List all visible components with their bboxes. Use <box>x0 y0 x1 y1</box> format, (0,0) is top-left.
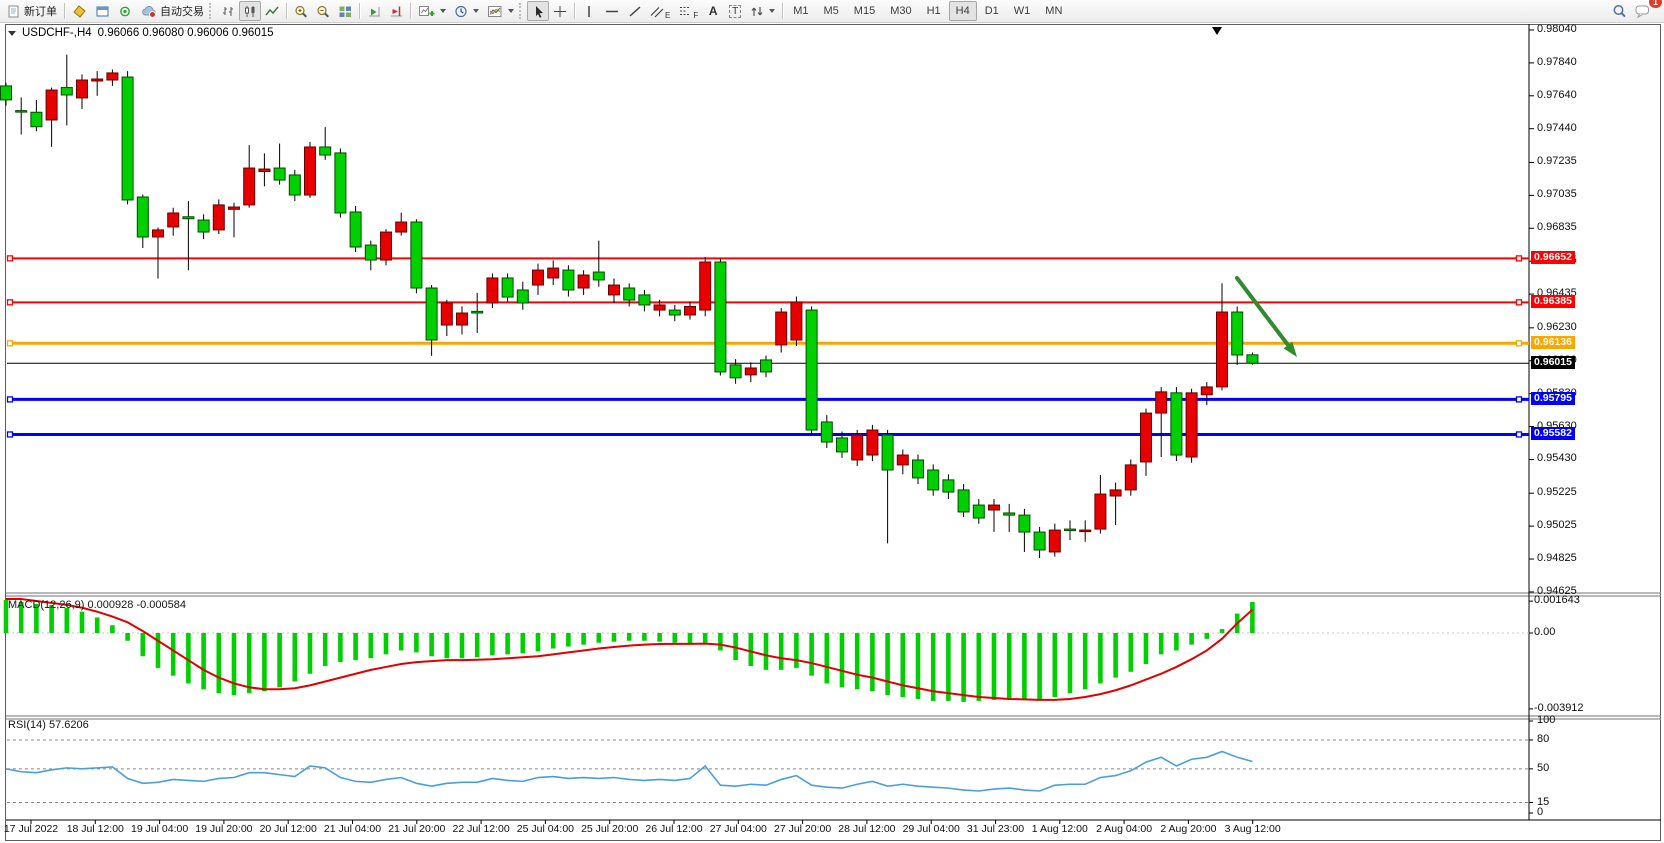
candlestick-chart-icon <box>243 5 257 18</box>
market-depth-button[interactable] <box>68 1 91 21</box>
auto-trading-label: 自动交易 <box>160 3 204 19</box>
clock-icon <box>454 5 468 18</box>
timeframe-button-w1[interactable]: W1 <box>1007 1 1038 21</box>
vertical-line-tool-button[interactable] <box>578 1 600 21</box>
rsi-indicator-label: RSI(14) 57.6206 <box>8 719 89 731</box>
new-order-icon <box>7 5 21 18</box>
crosshair-icon <box>553 5 567 18</box>
periods-button[interactable] <box>450 1 483 21</box>
toolbar-divider <box>64 3 65 19</box>
timeframe-button-m15[interactable]: M15 <box>847 1 882 21</box>
horizontal-line-tool-button[interactable] <box>600 1 624 21</box>
chart-window-icon <box>95 5 110 18</box>
zoom-in-icon <box>294 5 308 18</box>
timeframe-button-m1[interactable]: M1 <box>786 1 815 21</box>
equidistant-channel-icon <box>650 5 664 18</box>
notification-badge[interactable]: 1 <box>1649 0 1662 8</box>
add-indicator-button[interactable] <box>414 1 450 21</box>
signal-icon <box>118 5 133 18</box>
new-order-label: 新订单 <box>24 3 57 19</box>
trendline-tool-button[interactable] <box>624 1 646 21</box>
fibonacci-tool-button[interactable]: F <box>674 1 702 21</box>
timeframe-button-d1[interactable]: D1 <box>978 1 1006 21</box>
tile-windows-button[interactable] <box>334 1 356 21</box>
search-button[interactable] <box>1608 1 1631 21</box>
chevron-down-icon <box>473 9 479 13</box>
vertical-line-icon <box>584 5 594 18</box>
timeframe-button-mn[interactable]: MN <box>1038 1 1069 21</box>
arrows-tool-button[interactable] <box>746 1 779 21</box>
notifications-container: 1 <box>1631 1 1655 21</box>
timeframe-button-m5[interactable]: M5 <box>817 1 846 21</box>
signals-button[interactable] <box>114 1 137 21</box>
auto-trading-button[interactable]: 自动交易 <box>137 1 208 21</box>
horizontal-line-icon <box>604 5 620 18</box>
new-order-button[interactable]: 新订单 <box>3 1 61 21</box>
channel-tool-button[interactable]: E <box>646 1 674 21</box>
toolbar-divider <box>782 3 783 19</box>
toolbar-divider <box>574 3 575 19</box>
chart-title: USDCHF-,H4 0.96066 0.96080 0.96006 0.960… <box>8 27 274 39</box>
macd-signal-value: -0.000584 <box>136 599 186 611</box>
timeframe-button-h4[interactable]: H4 <box>949 1 977 21</box>
bar-chart-button[interactable] <box>217 1 239 21</box>
label-tool-icon: T <box>729 5 741 18</box>
autotrade-cloud-icon <box>141 5 157 18</box>
templates-button[interactable] <box>483 1 518 21</box>
fibonacci-sub-label: F <box>693 11 698 20</box>
macd-indicator-label: MACD(12,26,9) 0.000928 -0.000584 <box>8 599 186 611</box>
bar-chart-icon <box>221 5 235 18</box>
text-tool-icon: A <box>709 4 718 18</box>
toolbar-divider <box>410 3 411 19</box>
auto-scroll-icon <box>367 5 381 18</box>
chevron-down-icon <box>440 9 446 13</box>
zoom-in-button[interactable] <box>290 1 312 21</box>
rsi-value: 57.6206 <box>49 719 89 731</box>
cursor-tool-button[interactable] <box>527 1 549 21</box>
macd-name: MACD(12,26,9) <box>8 599 84 611</box>
toolbar-grip <box>209 3 214 19</box>
template-icon <box>487 5 503 18</box>
candle-chart-button[interactable] <box>239 1 261 21</box>
macd-main-value: 0.000928 <box>87 599 133 611</box>
label-tool-button[interactable]: T <box>724 1 746 21</box>
line-chart-icon <box>265 5 279 18</box>
add-indicator-icon <box>418 5 435 18</box>
chart-symbol-period: USDCHF-,H4 <box>22 27 92 39</box>
fibonacci-icon <box>678 5 692 18</box>
cursor-icon <box>532 5 545 18</box>
main-toolbar: 新订单 自动交易 <box>0 0 1664 23</box>
chart-canvas[interactable] <box>0 0 1664 843</box>
chart-menu-icon[interactable] <box>8 31 16 36</box>
chat-bubble-icon <box>1635 4 1651 18</box>
trendline-icon <box>628 5 642 18</box>
gold-ingot-icon <box>72 5 87 18</box>
timeframe-button-m30[interactable]: M30 <box>883 1 918 21</box>
timeframe-button-h1[interactable]: H1 <box>920 1 948 21</box>
line-chart-button[interactable] <box>261 1 283 21</box>
chart-windows-button[interactable] <box>91 1 114 21</box>
text-tool-button[interactable]: A <box>702 1 724 21</box>
toolbar-divider <box>359 3 360 19</box>
chevron-down-icon <box>769 9 775 13</box>
timeframe-toolbar: M1M5M15M30H1H4D1W1MN <box>786 1 1069 21</box>
chart-ohlc-values: 0.96066 0.96080 0.96006 0.96015 <box>98 27 274 39</box>
tile-windows-icon <box>338 5 352 18</box>
zoom-out-icon <box>316 5 330 18</box>
rsi-name: RSI(14) <box>8 719 46 731</box>
zoom-out-button[interactable] <box>312 1 334 21</box>
toolbar-grip <box>519 3 524 19</box>
channel-sub-label: E <box>665 11 670 20</box>
arrows-icon <box>750 5 764 18</box>
crosshair-tool-button[interactable] <box>549 1 571 21</box>
toolbar-divider <box>286 3 287 19</box>
auto-scroll-button[interactable] <box>363 1 385 21</box>
chart-shift-icon <box>389 5 403 18</box>
chart-shift-button[interactable] <box>385 1 407 21</box>
search-icon <box>1612 4 1627 18</box>
chevron-down-icon <box>508 9 514 13</box>
